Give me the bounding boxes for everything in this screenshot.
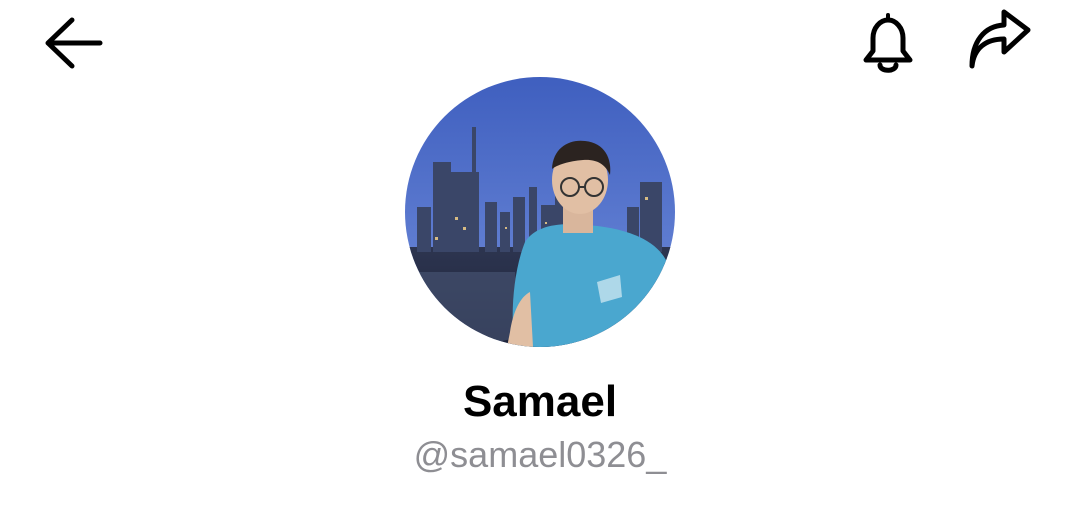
share-arrow-icon <box>969 9 1031 69</box>
bell-icon <box>863 13 913 73</box>
username-handle: @samael0326_ <box>413 434 667 475</box>
back-button[interactable] <box>40 12 108 76</box>
notifications-button[interactable] <box>852 8 924 80</box>
profile-screen: Samael @samael0326_ <box>0 0 1080 509</box>
share-button[interactable] <box>962 8 1038 80</box>
profile-photo <box>405 77 675 347</box>
avatar[interactable] <box>405 77 675 347</box>
arrow-left-icon <box>45 17 103 69</box>
display-name: Samael <box>462 377 618 426</box>
